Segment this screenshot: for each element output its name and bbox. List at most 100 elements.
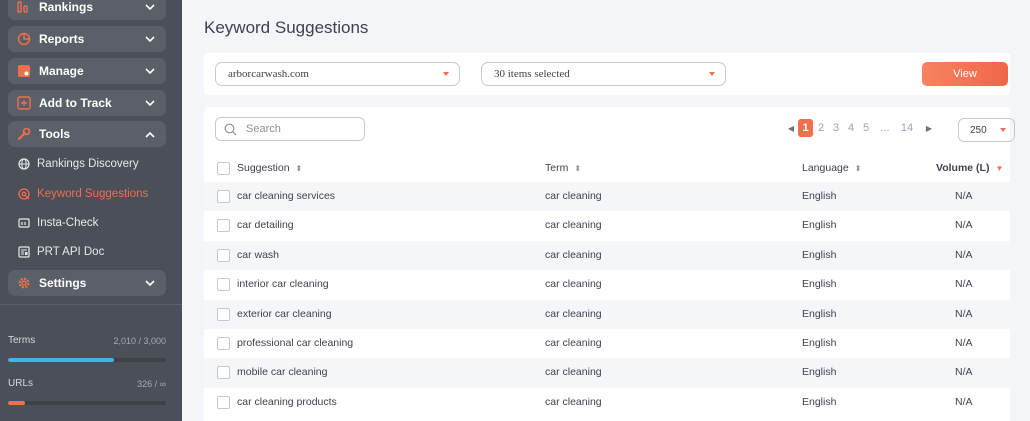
sort-icon: ⬍: [574, 163, 582, 173]
terms-usage-bar: [8, 358, 166, 362]
row-checkbox[interactable]: [217, 190, 230, 206]
cell-term: car cleaning: [545, 307, 602, 320]
terms-select-value: 30 items selected: [494, 68, 570, 80]
urls-usage-bar: [8, 401, 166, 405]
page-link[interactable]: 14: [897, 122, 917, 134]
nav-reports-label: Reports: [39, 32, 85, 46]
urls-usage-bar-fill: [8, 401, 26, 405]
cell-term: car cleaning: [545, 190, 602, 202]
cell-suggestion: car wash: [237, 248, 280, 261]
next-page-icon[interactable]: ▶: [922, 124, 936, 133]
nav-rankings-label: Rankings: [39, 0, 94, 14]
col-term-label: Term: [545, 162, 569, 174]
page-link[interactable]: 3: [829, 122, 843, 134]
chevron-up-icon: [144, 128, 156, 140]
cell-language: English: [802, 307, 837, 320]
terms-select[interactable]: 30 items selected: [481, 62, 726, 86]
domain-select-value: arborcarwash.com: [228, 68, 309, 80]
sidebar-item-insta-check[interactable]: Insta-Check: [18, 214, 98, 232]
cell-language: English: [802, 219, 837, 232]
row-checkbox[interactable]: [217, 337, 230, 353]
cell-language: English: [802, 248, 837, 261]
sidebar-divider: [0, 304, 182, 305]
sidebar: Rankings Reports Manage Add to Track Too…: [0, 0, 182, 421]
page-link[interactable]: 2: [814, 122, 828, 134]
nav-manage-label: Manage: [39, 64, 84, 78]
bar-chart-icon: [17, 0, 31, 14]
row-checkbox[interactable]: [217, 307, 230, 324]
nav-settings-label: Settings: [39, 276, 87, 290]
cell-volume: N/A: [955, 366, 973, 379]
nav-settings[interactable]: Settings: [8, 270, 166, 296]
urls-usage-label: URLs: [8, 378, 34, 389]
page-link[interactable]: 5: [859, 122, 873, 134]
page-ellipsis: ...: [880, 122, 890, 134]
tools-icon: [17, 127, 31, 141]
cell-suggestion: professional car cleaning: [237, 337, 354, 349]
cell-language: English: [802, 278, 837, 291]
page-link[interactable]: 4: [844, 122, 858, 134]
per-page-select[interactable]: 250: [958, 118, 1015, 142]
col-suggestion[interactable]: Suggestion ⬍: [237, 162, 302, 174]
nav-add-to-track-label: Add to Track: [39, 96, 112, 110]
window-icon: [18, 217, 30, 229]
caret-down-icon: [709, 72, 715, 76]
row-checkbox[interactable]: [217, 366, 230, 382]
table-row[interactable]: mobile car cleaning car cleaning English N/…: [204, 358, 1010, 388]
page-link[interactable]: 1: [798, 119, 813, 137]
cell-suggestion: interior car cleaning: [237, 278, 329, 291]
row-checkbox[interactable]: [217, 248, 230, 265]
document-icon: [18, 246, 30, 258]
domain-select[interactable]: arborcarwash.com: [215, 62, 460, 86]
col-term[interactable]: Term ⬍: [545, 162, 581, 174]
sort-desc-icon: ▼: [995, 163, 1004, 173]
table-row[interactable]: professional car cleaning car cleaning Eng…: [204, 329, 1010, 358]
cell-volume: N/A: [955, 307, 973, 320]
cell-term: car cleaning: [545, 366, 602, 379]
sidebar-item-label: PRT API Doc: [37, 246, 105, 258]
main-content: Keyword Suggestions arborcarwash.com 30 …: [182, 0, 1030, 421]
table-card: Search ◀ 1 2 3 4 5 ... 14 ▶ 250 Suggesti…: [204, 107, 1015, 421]
cell-volume: N/A: [955, 219, 973, 232]
cell-term: car cleaning: [545, 395, 602, 408]
cell-language: English: [802, 366, 837, 379]
sidebar-item-prt-api-doc[interactable]: PRT API Doc: [18, 243, 104, 261]
prev-page-icon[interactable]: ◀: [784, 124, 798, 133]
sort-icon: ⬍: [854, 163, 862, 173]
table-header: Suggestion ⬍ Term ⬍ Language ⬍ Volume (L…: [204, 154, 1010, 182]
col-language-label: Language: [802, 162, 849, 174]
nav-add-to-track[interactable]: Add to Track: [8, 90, 166, 116]
row-checkbox[interactable]: [217, 395, 230, 412]
nav-reports[interactable]: Reports: [8, 26, 166, 52]
select-all-checkbox[interactable]: [217, 162, 230, 175]
sidebar-item-keyword-suggestions[interactable]: Keyword Suggestions: [18, 185, 148, 203]
col-language[interactable]: Language ⬍: [802, 162, 861, 174]
nav-manage[interactable]: Manage: [8, 58, 166, 84]
col-volume-label: Volume (L): [936, 162, 990, 174]
row-checkbox[interactable]: [217, 219, 230, 235]
nav-rankings[interactable]: Rankings: [8, 0, 166, 20]
table-row[interactable]: car detailing car cleaning English N/A: [204, 211, 1010, 240]
view-button[interactable]: View: [922, 62, 1008, 86]
caret-down-icon: [443, 72, 449, 76]
chevron-down-icon: [144, 33, 156, 45]
table-row[interactable]: car cleaning services car cleaning English…: [204, 182, 1010, 212]
table-row[interactable]: interior car cleaning car cleaning English…: [204, 270, 1010, 299]
search-input[interactable]: Search: [215, 117, 365, 141]
terms-usage: Terms 2,010 / 3,000: [8, 335, 166, 346]
row-checkbox[interactable]: [217, 278, 230, 294]
terms-usage-label: Terms: [8, 335, 36, 346]
globe-icon: [18, 158, 30, 170]
col-volume[interactable]: Volume (L) ▼: [936, 162, 1003, 174]
search-icon: [224, 123, 237, 136]
nav-tools-label: Tools: [39, 127, 71, 141]
sidebar-item-rankings-discovery[interactable]: Rankings Discovery: [18, 155, 139, 173]
page-title: Keyword Suggestions: [204, 18, 369, 37]
nav-tools[interactable]: Tools: [8, 121, 166, 147]
table-row[interactable]: car wash car cleaning English N/A: [204, 240, 1010, 271]
chevron-down-icon: [144, 1, 156, 13]
sidebar-item-label: Rankings Discovery: [37, 158, 139, 170]
cell-language: English: [802, 337, 837, 349]
table-row[interactable]: car cleaning products car cleaning English…: [204, 388, 1010, 417]
table-row[interactable]: exterior car cleaning car cleaning English…: [204, 299, 1010, 329]
